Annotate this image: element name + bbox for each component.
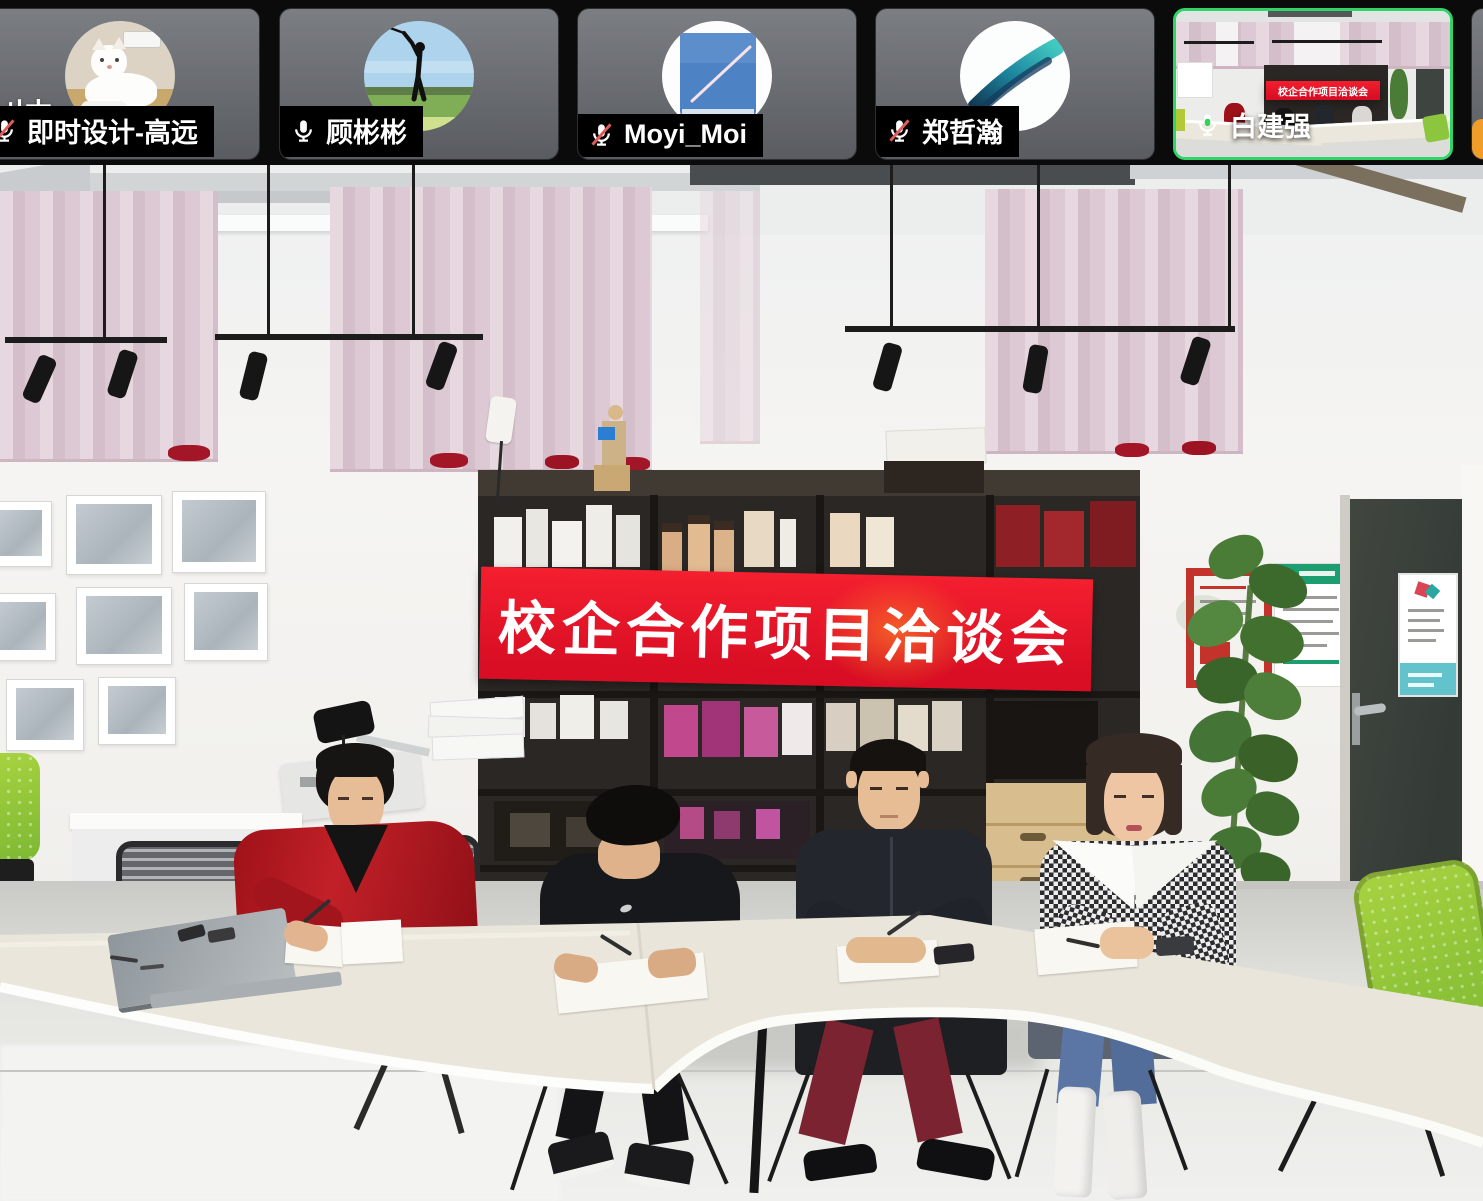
participant-tile-3[interactable]: Moyi_Moi — [577, 8, 857, 160]
cat-head — [91, 45, 127, 79]
photo-tag — [123, 31, 161, 48]
participant-tile-1[interactable]: 刂中 即时设计-高远 — [0, 8, 260, 160]
mini-rail — [1272, 40, 1382, 43]
person3-hands — [846, 937, 926, 963]
video-conference-app: 刂中 即时设计-高远 — [0, 0, 1483, 1201]
cat-eye — [100, 58, 104, 62]
cat-ear — [92, 38, 106, 50]
mic-icon — [290, 117, 317, 144]
mini-banner-text: 校企合作项目洽谈会 — [1278, 83, 1368, 98]
participant-strip: 刂中 即时设计-高远 — [0, 0, 1483, 165]
mini-wall-gap — [1216, 22, 1238, 66]
participant-name: 白建强 — [1230, 105, 1311, 144]
mini-chair-right — [1422, 113, 1450, 143]
participant-tile-2[interactable]: 顾彬彬 — [279, 8, 559, 160]
mic-muted-icon — [0, 117, 18, 144]
person4-hands-clasped — [1100, 927, 1154, 959]
participant-tile-5-active[interactable]: 校企合作项目洽谈会 白建强 — [1173, 8, 1453, 160]
mic-muted-icon — [588, 121, 615, 148]
cat-eye — [115, 58, 119, 62]
mini-wall-gap — [1294, 22, 1340, 66]
nameplate: 即时设计-高远 — [0, 106, 214, 157]
conference-table — [0, 165, 1483, 1201]
mini-plant — [1390, 69, 1408, 119]
nameplate: 顾彬彬 — [280, 106, 423, 157]
participant-name: 即时设计-高远 — [27, 111, 198, 150]
mini-beam — [1268, 11, 1352, 17]
mic-speaking-icon — [1194, 111, 1221, 138]
cat-nose — [107, 65, 112, 69]
participant-name: 顾彬彬 — [326, 111, 407, 150]
phone — [1155, 936, 1194, 957]
orange-avatar-fragment — [1472, 119, 1483, 160]
mini-photo-wall — [1178, 63, 1212, 97]
mini-rail — [1184, 41, 1254, 44]
nameplate: Moyi_Moi — [578, 114, 763, 157]
participant-tile-4[interactable]: 郑哲瀚 — [875, 8, 1155, 160]
main-video[interactable]: 校企合作项目洽谈会 — [0, 165, 1483, 1201]
nameplate: 郑哲瀚 — [876, 106, 1019, 157]
open-book-page — [341, 919, 403, 964]
participant-name: Moyi_Moi — [624, 119, 747, 150]
mini-banner: 校企合作项目洽谈会 — [1266, 81, 1380, 100]
nameplate-active: 白建强 — [1184, 100, 1327, 151]
mic-muted-icon — [886, 117, 913, 144]
participant-tile-6-partial[interactable] — [1471, 8, 1483, 160]
participant-name: 郑哲瀚 — [922, 111, 1003, 150]
cat-ear — [112, 37, 126, 49]
